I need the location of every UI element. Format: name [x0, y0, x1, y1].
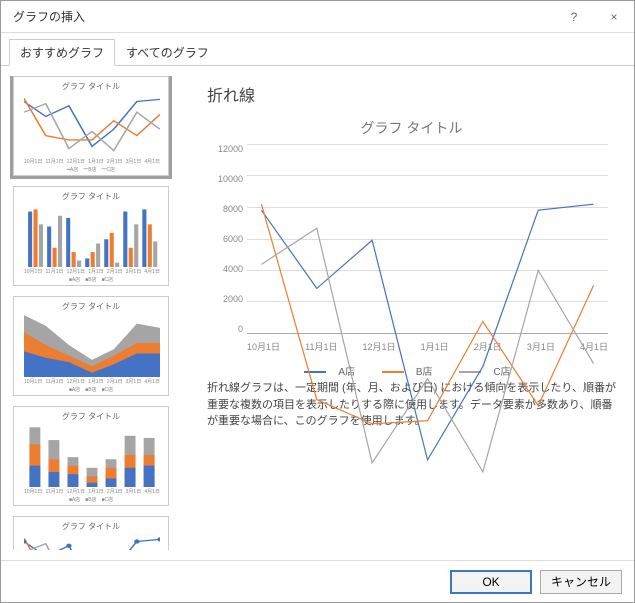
titlebar: グラフの挿入 ? × [1, 1, 634, 33]
thumb-plot [24, 93, 160, 157]
thumb-stacked-column[interactable]: グラフ タイトル 10月1日11月1日12 [13, 406, 169, 506]
thumb-clustered-column[interactable]: グラフ タイトル 10月1日11月1日12月1日1月1日2月1日3月1日4月1日… [13, 186, 169, 286]
dialog-title: グラフの挿入 [13, 8, 554, 25]
thumb-line-chart[interactable]: グラフ タイトル 10月1日11月1日12月1日1月1日2月1日3月1日4月1日… [13, 76, 169, 176]
close-icon: × [610, 10, 617, 24]
chart-axes: 12000 10000 8000 6000 4000 2000 0 [247, 144, 608, 334]
help-icon: ? [571, 10, 578, 24]
thumb-x: 10月1日11月1日12月1日1月1日2月1日3月1日4月1日 [24, 488, 160, 495]
insert-chart-dialog: グラフの挿入 ? × おすすめグラフ すべてのグラフ グラフ タイトル 10月1… [0, 0, 635, 603]
thumb-legend: ■A店 ■B店 ■C店 [14, 386, 168, 393]
help-button[interactable]: ? [554, 1, 594, 33]
thumb-title: グラフ タイトル [14, 191, 168, 202]
cancel-button[interactable]: キャンセル [540, 570, 622, 594]
chart-svg [247, 144, 608, 505]
thumb-title: グラフ タイトル [14, 301, 168, 312]
thumb-stacked-area[interactable]: グラフ タイトル 10月1日11月1日12月1日1月1日2月1日3月1日4月1日… [13, 296, 169, 396]
chart-y-axis: 12000 10000 8000 6000 4000 2000 0 [207, 144, 243, 334]
thumb-legend: ━A店 ━B店 ━C店 [14, 166, 168, 173]
thumb-line-markers[interactable]: グラフ タイトル [13, 516, 169, 550]
preview-panel: 折れ線 グラフ タイトル 12000 10000 8000 6000 4000 … [187, 76, 626, 550]
dialog-footer: OK キャンセル [1, 560, 634, 602]
dialog-body: グラフ タイトル 10月1日11月1日12月1日1月1日2月1日3月1日4月1日… [1, 66, 634, 560]
thumb-x: 10月1日11月1日12月1日1月1日2月1日3月1日4月1日 [24, 268, 160, 275]
ok-button[interactable]: OK [450, 570, 532, 594]
thumb-x: 10月1日11月1日12月1日1月1日2月1日3月1日4月1日 [24, 378, 160, 385]
chart-title: グラフ タイトル [207, 118, 616, 138]
thumb-plot [24, 203, 160, 267]
thumb-legend: ■A店 ■B店 ■C店 [14, 496, 168, 503]
thumb-title: グラフ タイトル [14, 411, 168, 422]
chart-type-name: 折れ線 [207, 82, 616, 106]
thumb-plot [24, 533, 160, 550]
chart-thumbnails[interactable]: グラフ タイトル 10月1日11月1日12月1日1月1日2月1日3月1日4月1日… [9, 76, 187, 550]
thumb-legend: ■A店 ■B店 ■C店 [14, 276, 168, 283]
thumb-title: グラフ タイトル [14, 521, 168, 532]
thumb-plot [24, 423, 160, 487]
tab-all-charts[interactable]: すべてのグラフ [115, 39, 220, 65]
thumb-x: 10月1日11月1日12月1日1月1日2月1日3月1日4月1日 [24, 158, 160, 165]
tab-recommended[interactable]: おすすめグラフ [9, 39, 115, 66]
close-button[interactable]: × [594, 1, 634, 33]
thumb-title: グラフ タイトル [14, 81, 168, 92]
thumb-plot [24, 313, 160, 377]
tabs: おすすめグラフ すべてのグラフ [1, 33, 634, 66]
preview-chart: グラフ タイトル 12000 10000 8000 6000 4000 2000… [207, 118, 616, 368]
